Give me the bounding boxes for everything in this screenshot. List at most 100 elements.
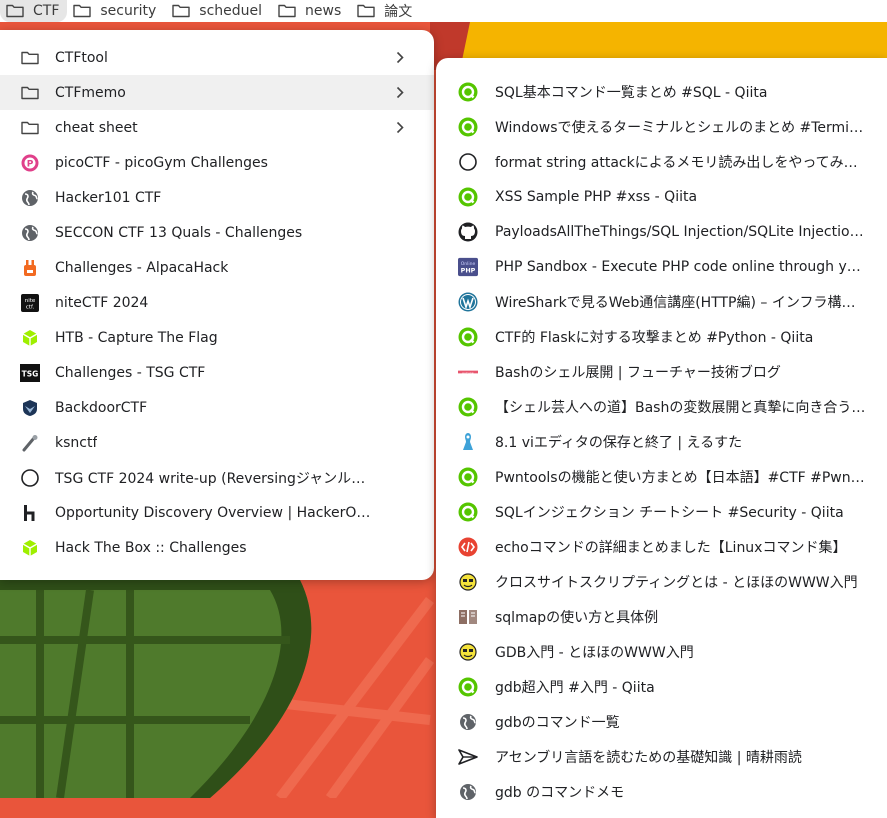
bookmark-folder-scheduel[interactable]: scheduel: [166, 0, 272, 22]
zenn-icon: [458, 152, 478, 172]
bookmark-label: SECCON CTF 13 Quals - Challenges: [55, 224, 303, 241]
bookmark-folder-news[interactable]: news: [272, 0, 351, 22]
ctfmemo-submenu: SQL基本コマンド一覧まとめ #SQL - Qiita Windowsで使えるター…: [436, 58, 887, 818]
bookmark-item[interactable]: TSG Challenges - TSG CTF: [0, 355, 434, 390]
bookmark-item[interactable]: Hack The Box :: Challenges: [0, 530, 434, 565]
bookmark-folder-label: CTF: [33, 3, 60, 19]
bookmark-item[interactable]: SQL基本コマンド一覧まとめ #SQL - Qiita: [436, 74, 887, 109]
bookmark-item[interactable]: Challenges - AlpacaHack: [0, 250, 434, 285]
globe-icon: [20, 188, 40, 208]
bookmark-item[interactable]: GDB入門 - とほほのWWW入門: [436, 634, 887, 669]
bookmark-folder-security[interactable]: security: [67, 0, 166, 22]
bookmark-item[interactable]: WireSharkで見るWeb通信講座(HTTP編) – インフラ構築奮...: [436, 284, 887, 319]
chevron-right-icon: [396, 86, 404, 99]
bookmark-folder-papers[interactable]: 論文: [351, 0, 422, 22]
bookmark-label: CTFtool: [55, 49, 108, 66]
qiita-icon: [458, 327, 478, 347]
picoctf-icon: P: [20, 153, 40, 173]
bookmark-item[interactable]: sqlmapの使い方と具体例: [436, 599, 887, 634]
globe-icon: [20, 223, 40, 243]
bookmark-item[interactable]: Windowsで使えるターミナルとシェルのまとめ #Terminal - Qii…: [436, 109, 887, 144]
bookmark-item[interactable]: XSS Sample PHP #xss - Qiita: [436, 179, 887, 214]
bookmark-item[interactable]: クロスサイトスクリプティングとは - とほほのWWW入門: [436, 564, 887, 599]
bookmark-label: format string attackによるメモリ読み出しをやってみる - も…: [495, 154, 867, 171]
backdoor-icon: [20, 398, 40, 418]
folder-icon: [6, 4, 24, 18]
qiita-icon: [458, 677, 478, 697]
bookmark-item[interactable]: FUTURE Bashのシェル展開 | フューチャー技術ブログ: [436, 354, 887, 389]
hackerone-icon: [20, 503, 40, 523]
bookmark-item[interactable]: Pwntoolsの機能と使い方まとめ【日本語】#CTF #Pwn #Pyt...: [436, 459, 887, 494]
bookmark-item[interactable]: Online PHP PHP Sandbox - Execute PHP code …: [436, 249, 887, 284]
folder-icon: [20, 118, 40, 138]
bookmark-label: echoコマンドの詳細まとめました【Linuxコマンド集】: [495, 539, 847, 556]
bookmark-folder-label: security: [100, 3, 157, 19]
bookmark-label: sqlmapの使い方と具体例: [495, 609, 659, 626]
bookmark-item[interactable]: SECCON CTF 13 Quals - Challenges: [0, 215, 434, 250]
qiita-icon: [458, 117, 478, 137]
bookmark-item[interactable]: format string attackによるメモリ読み出しをやってみる - も…: [436, 144, 887, 179]
globe-icon: [458, 782, 478, 802]
tohoho-icon: [458, 572, 478, 592]
book-icon: [458, 607, 478, 627]
bookmark-item[interactable]: HTB - Capture The Flag: [0, 320, 434, 355]
bookmark-item[interactable]: nite ctf. niteCTF 2024: [0, 285, 434, 320]
bookmark-item[interactable]: BackdoorCTF: [0, 390, 434, 425]
nitectf-icon: nite ctf.: [20, 293, 40, 313]
github-icon: [458, 222, 478, 242]
qiita-icon: [458, 187, 478, 207]
qiita-icon: [458, 467, 478, 487]
bookmark-label: CTF的 Flaskに対する攻撃まとめ #Python - Qiita: [495, 329, 814, 346]
submenu-folder-item[interactable]: CTFtool: [0, 40, 434, 75]
bookmark-label: SQL基本コマンド一覧まとめ #SQL - Qiita: [495, 84, 768, 101]
chevron-right-icon: [396, 51, 404, 64]
qiita-icon: [458, 82, 478, 102]
bookmark-label: ksnctf: [55, 434, 98, 451]
folder-icon: [278, 4, 296, 18]
bookmark-item[interactable]: 【シェル芸人への道】Bashの変数展開と真摯に向き合う #She...: [436, 389, 887, 424]
submenu-folder-item[interactable]: CTFmemo: [0, 75, 434, 110]
bookmark-label: CTFmemo: [55, 84, 126, 101]
bookmark-label: クロスサイトスクリプティングとは - とほほのWWW入門: [495, 574, 858, 591]
bookmark-item[interactable]: TSG CTF 2024 write-up (Reversingジャンル全問..…: [0, 460, 434, 495]
qiita-icon: [458, 397, 478, 417]
bookmark-label: gdbのコマンド一覧: [495, 714, 620, 731]
bookmark-item[interactable]: gdbのコマンド一覧: [436, 704, 887, 739]
bookmark-label: BackdoorCTF: [55, 399, 148, 416]
bookmark-folder-label: news: [305, 3, 342, 19]
future-icon: FUTURE: [458, 362, 478, 382]
bookmark-folder-ctf[interactable]: CTF: [0, 0, 68, 22]
bookmark-label: Challenges - TSG CTF: [55, 364, 206, 381]
bookmark-item[interactable]: PayloadsAllTheThings/SQL Injection/SQLit…: [436, 214, 887, 249]
bookmarks-bar: CTF security scheduel news 論文: [0, 0, 887, 22]
svg-text:P: P: [27, 159, 34, 169]
qiita-icon: [458, 502, 478, 522]
folder-icon: [357, 4, 375, 18]
php-sandbox-icon: Online PHP: [458, 257, 478, 277]
bookmark-item[interactable]: SQLインジェクション チートシート #Security - Qiita: [436, 494, 887, 529]
bookmark-folder-label: scheduel: [199, 3, 263, 19]
bookmark-label: TSG CTF 2024 write-up (Reversingジャンル全問..…: [55, 470, 373, 487]
bookmark-label: Pwntoolsの機能と使い方まとめ【日本語】#CTF #Pwn #Pyt...: [495, 469, 867, 486]
bookmark-item[interactable]: echoコマンドの詳細まとめました【Linuxコマンド集】: [436, 529, 887, 564]
bookmark-item[interactable]: 8.1 viエディタの保存と終了 | えるすた: [436, 424, 887, 459]
bookmark-item[interactable]: gdb のコマンドメモ: [436, 774, 887, 809]
zenn-icon: [20, 468, 40, 488]
htb-cube-icon: [20, 538, 40, 558]
submenu-folder-item[interactable]: cheat sheet: [0, 110, 434, 145]
bookmark-item[interactable]: PpicoCTF - picoGym Challenges: [0, 145, 434, 180]
bookmark-label: gdb超入門 #入門 - Qiita: [495, 679, 655, 696]
chevron-right-icon: [396, 121, 404, 134]
bookmark-item[interactable]: gdb超入門 #入門 - Qiita: [436, 669, 887, 704]
bookmark-item[interactable]: Opportunity Discovery Overview | HackerO…: [0, 495, 434, 530]
bookmark-label: WireSharkで見るWeb通信講座(HTTP編) – インフラ構築奮...: [495, 294, 867, 311]
bookmark-item[interactable]: アセンブリ言語を読むための基礎知識 | 晴耕雨読: [436, 739, 887, 774]
svg-text:FUTURE: FUTURE: [462, 371, 474, 375]
bookmark-label: 【シェル芸人への道】Bashの変数展開と真摯に向き合う #She...: [495, 399, 867, 416]
folder-icon: [172, 4, 190, 18]
bookmark-item[interactable]: Hacker101 CTF: [0, 180, 434, 215]
svg-text:nite: nite: [25, 298, 36, 304]
bookmark-item[interactable]: CTF的 Flaskに対する攻撃まとめ #Python - Qiita: [436, 319, 887, 354]
bookmark-label: 8.1 viエディタの保存と終了 | えるすた: [495, 434, 743, 451]
bookmark-item[interactable]: ksnctf: [0, 425, 434, 460]
